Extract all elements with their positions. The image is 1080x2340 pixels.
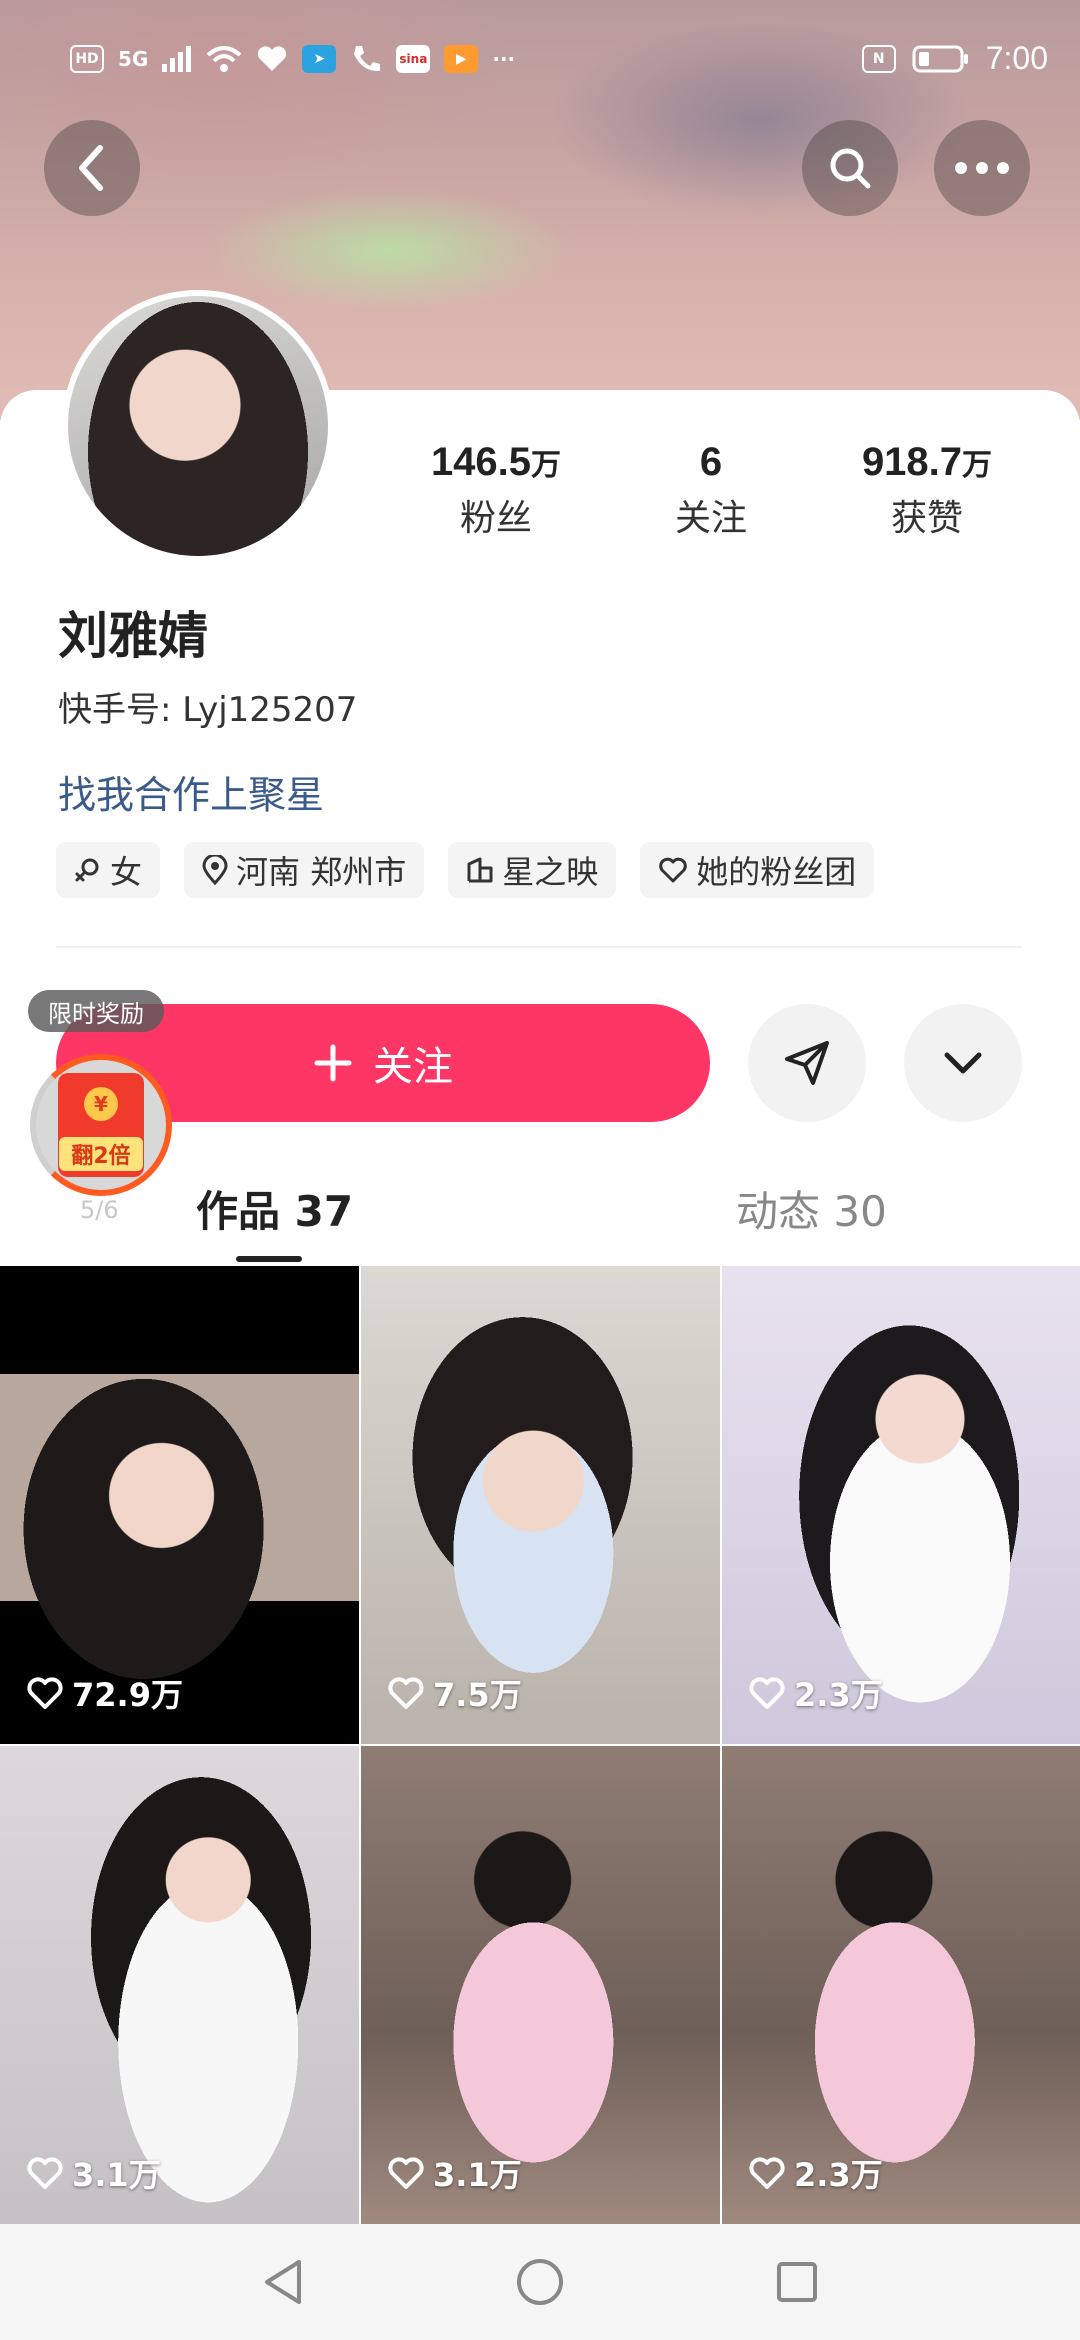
sina-icon: sina xyxy=(396,45,431,73)
home-circle-icon[interactable] xyxy=(515,2257,565,2307)
tag-location-label: 河南 郑州市 xyxy=(236,853,407,891)
stat-likes-label: 获赞 xyxy=(890,498,963,539)
follow-button-label: 关注 xyxy=(373,1044,453,1090)
stat-following-number: 6 xyxy=(699,440,723,484)
heart-outline-icon xyxy=(749,1677,785,1709)
video-thumbnail[interactable]: 7.5万 xyxy=(361,1266,720,1744)
agency-icon xyxy=(467,857,493,883)
more-button[interactable] xyxy=(934,120,1030,216)
search-icon xyxy=(830,148,871,189)
tag-agency[interactable]: 星之映 xyxy=(448,842,617,898)
like-count: 3.1万 xyxy=(26,2150,161,2196)
coin-icon: ¥ xyxy=(84,1087,118,1121)
expand-button[interactable] xyxy=(904,1004,1022,1122)
video-thumbnail[interactable]: 2.3万 xyxy=(722,1266,1080,1744)
status-bar: HD 5G ➤ sina ▶ ··· N 7:00 xyxy=(0,0,1080,120)
divider xyxy=(56,946,1022,948)
tag-gender-label: 女 xyxy=(110,853,143,891)
like-count: 3.1万 xyxy=(387,2150,522,2196)
search-button[interactable] xyxy=(802,120,898,216)
network-type-label: 5G xyxy=(118,47,149,71)
send-icon xyxy=(785,1041,829,1085)
more-dots-icon xyxy=(955,162,1009,174)
status-time: 7:00 xyxy=(985,40,1048,76)
stat-following[interactable]: 6 关注 xyxy=(611,440,811,541)
like-count-text: 3.1万 xyxy=(433,2156,522,2194)
stat-likes[interactable]: 918.7万 获赞 xyxy=(827,440,1027,541)
nfc-icon: N xyxy=(861,44,896,73)
chevron-left-icon xyxy=(79,145,103,191)
like-count-text: 2.3万 xyxy=(794,2156,883,2194)
telegram-icon: ➤ xyxy=(302,45,337,73)
heart-outline-icon xyxy=(388,2157,424,2189)
kuaishou-id[interactable]: 快手号: Lyj125207 xyxy=(58,682,357,731)
heart-outline-icon xyxy=(749,2157,785,2189)
tag-fan-club-label: 她的粉丝团 xyxy=(696,853,857,891)
signal-icon xyxy=(162,46,192,72)
tab-indicator xyxy=(236,1256,302,1262)
heart-outline-icon xyxy=(27,2157,63,2189)
back-triangle-icon[interactable] xyxy=(261,2258,305,2306)
female-icon xyxy=(75,858,99,882)
heart-outline-icon xyxy=(27,1677,63,1709)
tab-moments[interactable]: 动态 30 xyxy=(736,1178,887,1239)
more-dots-icon: ··· xyxy=(492,47,516,71)
like-count: 2.3万 xyxy=(748,2150,883,2196)
video-thumbnail[interactable]: 3.1万 xyxy=(0,1746,359,2224)
stat-likes-number: 918.7万 xyxy=(861,440,993,484)
chevron-down-icon xyxy=(944,1052,982,1074)
avatar[interactable] xyxy=(62,290,334,562)
tag-gender: 女 xyxy=(56,842,161,898)
reward-widget[interactable]: ¥ 翻2倍 xyxy=(30,1054,172,1196)
stat-fans[interactable]: 146.5万 粉丝 xyxy=(396,440,596,541)
heart-outline-icon xyxy=(659,857,688,883)
share-button[interactable] xyxy=(748,1004,866,1122)
tab-works[interactable]: 作品 37 xyxy=(196,1178,353,1239)
like-count: 2.3万 xyxy=(748,1670,883,1716)
stat-fans-label: 粉丝 xyxy=(459,498,532,539)
tag-agency-label: 星之映 xyxy=(502,853,599,891)
reward-badge-text: 翻2倍 xyxy=(59,1137,143,1171)
video-thumbnail[interactable]: 2.3万 xyxy=(722,1746,1080,2224)
like-count-text: 3.1万 xyxy=(72,2156,161,2194)
video-thumbnail[interactable]: 3.1万 xyxy=(361,1746,720,2224)
reward-progress: 5/6 xyxy=(80,1196,119,1224)
red-envelope-icon: ¥ 翻2倍 xyxy=(58,1073,144,1177)
reward-label: 限时奖励 xyxy=(28,990,164,1032)
call-icon xyxy=(354,46,381,72)
like-count-text: 2.3万 xyxy=(794,1676,883,1714)
recents-square-icon[interactable] xyxy=(775,2260,819,2304)
play-icon: ▶ xyxy=(444,45,479,73)
profile-tags: 女 河南 郑州市 星之映 她的粉丝团 xyxy=(56,842,875,898)
heart-outline-icon xyxy=(388,1677,424,1709)
video-grid: 72.9万 7.5万 2.3万 3.1万 3.1万 2.3万 xyxy=(0,1266,1080,2224)
system-nav-bar xyxy=(0,2224,1080,2340)
hd-icon: HD xyxy=(70,45,104,73)
video-thumbnail[interactable]: 72.9万 xyxy=(0,1266,359,1744)
like-count-text: 72.9万 xyxy=(72,1676,183,1714)
stat-following-label: 关注 xyxy=(674,498,747,539)
like-count: 72.9万 xyxy=(26,1670,183,1716)
tag-location[interactable]: 河南 郑州市 xyxy=(184,842,425,898)
location-icon xyxy=(202,855,228,885)
profile-name: 刘雅婧 xyxy=(58,607,208,665)
health-icon xyxy=(258,46,287,71)
like-count-text: 7.5万 xyxy=(433,1676,522,1714)
stat-fans-number: 146.5万 xyxy=(430,440,562,484)
battery-icon xyxy=(912,45,968,72)
cooperation-link[interactable]: 找我合作上聚星 xyxy=(58,764,324,819)
wifi-icon xyxy=(207,46,242,72)
back-button[interactable] xyxy=(44,120,140,216)
like-count: 7.5万 xyxy=(387,1670,522,1716)
tag-fan-club[interactable]: 她的粉丝团 xyxy=(640,842,875,898)
plus-icon xyxy=(314,1044,352,1082)
